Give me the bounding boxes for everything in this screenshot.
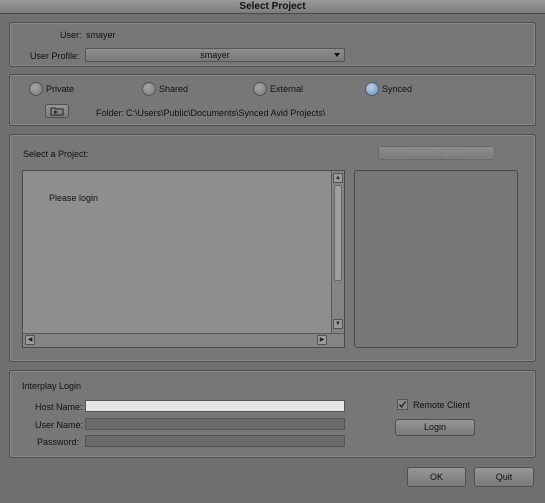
password-label: Password:: [37, 437, 80, 447]
radio-synced[interactable]: [365, 82, 379, 96]
radio-shared-label: Shared: [159, 84, 189, 94]
radio-external-label: External: [270, 84, 304, 94]
location-panel: [9, 74, 536, 126]
project-list[interactable]: Please login ▲ ▼ ◀ ▶: [22, 170, 345, 348]
project-details-pane: [354, 170, 518, 348]
host-name-label: Host Name:: [35, 402, 83, 412]
select-project-label: Select a Project:: [23, 149, 89, 159]
scroll-thumb[interactable]: [334, 185, 342, 281]
radio-external[interactable]: [253, 82, 267, 96]
radio-private-label: Private: [46, 84, 75, 94]
scroll-up-arrow-icon[interactable]: ▲: [333, 173, 343, 183]
user-label: User:: [60, 30, 82, 40]
radio-synced-label: Synced: [382, 84, 413, 94]
user-profile-label: User Profile:: [30, 51, 80, 61]
ok-button[interactable]: OK: [407, 467, 466, 487]
login-button[interactable]: Login: [395, 419, 475, 436]
radio-private[interactable]: [29, 82, 43, 96]
folder-path: C:\Users\Public\Documents\Synced Avid Pr…: [126, 108, 326, 118]
new-project-label: New Project: [412, 148, 461, 158]
user-profile-value: smayer: [200, 50, 230, 60]
chevron-down-icon: [334, 53, 340, 57]
quit-button[interactable]: Quit: [474, 467, 534, 487]
ok-button-label: OK: [429, 472, 443, 482]
radio-shared[interactable]: [142, 82, 156, 96]
user-profile-dropdown[interactable]: smayer: [85, 48, 345, 62]
remote-client-checkbox[interactable]: [397, 399, 408, 410]
quit-button-label: Quit: [495, 472, 513, 482]
login-button-label: Login: [423, 422, 447, 432]
horizontal-scrollbar[interactable]: ◀ ▶: [23, 333, 344, 347]
vertical-scrollbar[interactable]: ▲ ▼: [331, 171, 344, 333]
interplay-login-label: Interplay Login: [22, 381, 82, 391]
user-name-label: User Name:: [35, 420, 84, 430]
remote-client-label: Remote Client: [413, 400, 471, 410]
password-input[interactable]: [85, 435, 345, 447]
folder-icon: [50, 107, 64, 116]
list-item: Please login: [49, 193, 99, 203]
host-name-input[interactable]: [85, 400, 345, 412]
user-value: smayer: [86, 30, 116, 40]
browse-folder-button[interactable]: [45, 104, 69, 118]
scroll-right-arrow-icon[interactable]: ▶: [317, 335, 327, 345]
folder-label: Folder:: [96, 108, 125, 118]
user-name-input[interactable]: [85, 418, 345, 430]
scroll-left-arrow-icon[interactable]: ◀: [25, 335, 35, 345]
scroll-down-arrow-icon[interactable]: ▼: [333, 319, 343, 329]
window-title: Select Project: [0, 0, 545, 14]
checkmark-icon: [398, 401, 407, 409]
new-project-button[interactable]: New Project: [378, 146, 495, 160]
